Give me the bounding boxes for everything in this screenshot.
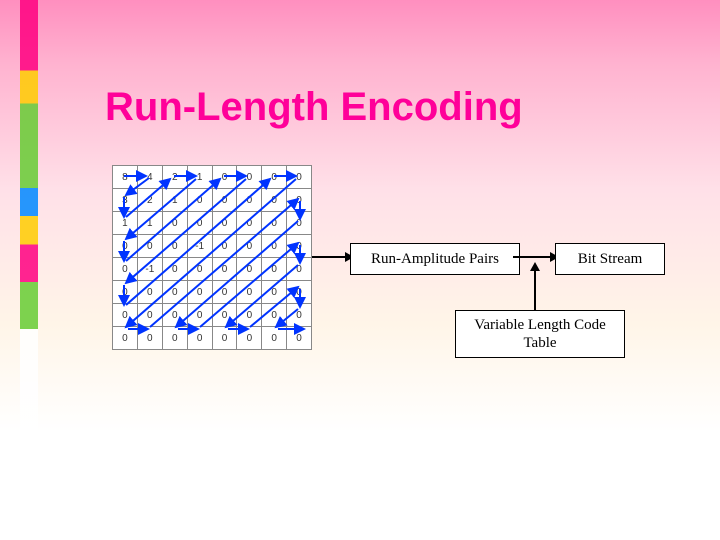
table-row: 84210000 [113,166,312,189]
dct-cell: 0 [237,281,262,304]
dct-cell: 0 [287,189,312,212]
dct-cell: 0 [262,281,287,304]
dct-cell: 2 [137,189,162,212]
dct-cell: 0 [162,258,187,281]
table-row: 000-10000 [113,235,312,258]
dct-cell: 0 [212,189,237,212]
bit-stream-box: Bit Stream [555,243,665,275]
run-amplitude-label: Run-Amplitude Pairs [371,251,499,268]
arrowhead-vlc-up [530,262,540,271]
dct-cell: 0 [137,327,162,350]
dct-cell: 0 [262,304,287,327]
dct-cell: 0 [137,235,162,258]
dct-matrix-table: 842100003210000011000000000-100000-10000… [112,165,312,350]
dct-cell: 0 [212,304,237,327]
arrow-vlc-up [534,269,536,311]
dct-cell: 0 [262,327,287,350]
dct-cell: 0 [187,212,212,235]
dct-cell: 0 [187,258,212,281]
dct-cell: 8 [113,166,138,189]
dct-cell: 0 [187,327,212,350]
dct-cell: -1 [187,235,212,258]
table-row: 11000000 [113,212,312,235]
page-title: Run-Length Encoding [105,85,523,130]
dct-cell: 0 [113,327,138,350]
dct-cell: 0 [212,212,237,235]
run-amplitude-box: Run-Amplitude Pairs [350,243,520,275]
dct-cell: 0 [162,304,187,327]
vlc-label-line2: Table [474,334,606,352]
dct-cell: -1 [137,258,162,281]
dct-cell: 0 [187,189,212,212]
dct-cell: 3 [113,189,138,212]
table-row: 00000000 [113,327,312,350]
dct-cell: 0 [262,235,287,258]
dct-cell: 0 [162,327,187,350]
dct-cell: 1 [137,212,162,235]
dct-cell: 0 [113,235,138,258]
dct-cell: 0 [113,304,138,327]
dct-cell: 0 [287,281,312,304]
dct-cell: 1 [187,166,212,189]
dct-cell: 0 [113,281,138,304]
table-row: 00000000 [113,281,312,304]
dct-cell: 0 [162,281,187,304]
dct-cell: 0 [212,281,237,304]
table-row: 0-1000000 [113,258,312,281]
arrow-rap-to-bitstream [513,256,555,258]
dct-cell: 0 [162,212,187,235]
dct-cell: 0 [287,166,312,189]
dct-cell: 0 [262,166,287,189]
dct-cell: 0 [287,235,312,258]
dct-cell: 0 [237,235,262,258]
vlc-table-box: Variable Length Code Table [455,310,625,358]
dct-cell: 1 [162,189,187,212]
bit-stream-label: Bit Stream [578,251,643,268]
dct-cell: 0 [262,258,287,281]
dct-cell: 0 [237,189,262,212]
dct-cell: 0 [237,258,262,281]
dct-cell: 0 [287,212,312,235]
dct-cell: 0 [162,235,187,258]
dct-cell: 0 [237,212,262,235]
dct-cell: 0 [187,281,212,304]
table-row: 00000000 [113,304,312,327]
dct-cell: 0 [137,304,162,327]
dct-cell: 0 [237,304,262,327]
dct-cell: 0 [212,166,237,189]
dct-cell: 0 [212,327,237,350]
dct-cell: 2 [162,166,187,189]
dct-cell: 0 [287,327,312,350]
dct-cell: 0 [137,281,162,304]
dct-cell: 0 [262,212,287,235]
dct-cell: 0 [212,258,237,281]
dct-cell: 0 [287,258,312,281]
table-row: 32100000 [113,189,312,212]
dct-matrix-block: 842100003210000011000000000-100000-10000… [112,165,312,340]
dct-cell: 4 [137,166,162,189]
dct-cell: 0 [212,235,237,258]
dct-cell: 0 [237,327,262,350]
dct-cell: 0 [262,189,287,212]
side-accent-strip [20,0,38,470]
dct-cell: 0 [113,258,138,281]
vlc-label-line1: Variable Length Code [474,316,606,334]
dct-cell: 0 [237,166,262,189]
dct-cell: 1 [113,212,138,235]
dct-cell: 0 [287,304,312,327]
dct-cell: 0 [187,304,212,327]
